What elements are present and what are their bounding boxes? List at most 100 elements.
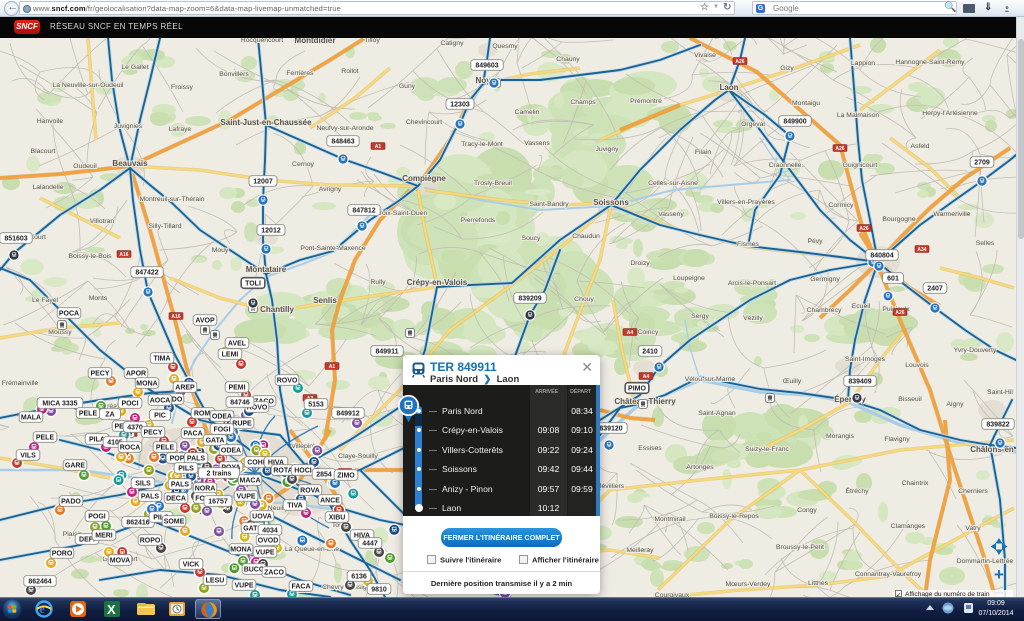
svg-text:Montreuil-sur-Thérain: Montreuil-sur-Thérain [140, 196, 205, 203]
svg-text:PILS: PILS [178, 466, 194, 473]
svg-text:A16: A16 [119, 252, 128, 258]
svg-text:XIBU: XIBU [329, 515, 346, 522]
svg-text:Bourgogne: Bourgogne [882, 216, 915, 223]
svg-text:Droizy: Droizy [630, 260, 650, 267]
svg-text:4370: 4370 [127, 425, 143, 432]
svg-text:Le Gallet: Le Gallet [121, 64, 148, 71]
svg-text:BUCO: BUCO [244, 567, 265, 574]
svg-text:Quesmy: Quesmy [492, 43, 518, 50]
svg-text:NORA: NORA [195, 486, 216, 493]
svg-text:Litthes: Litthes [808, 580, 829, 587]
svg-text:Chambrecy: Chambrecy [807, 307, 842, 314]
svg-text:HOCI: HOCI [294, 468, 312, 475]
svg-text:Chouy: Chouy [574, 296, 594, 303]
svg-text:Tracy-le-Mont: Tracy-le-Mont [461, 141, 503, 148]
svg-text:+: + [994, 565, 1004, 584]
svg-text:847422: 847422 [135, 270, 158, 277]
svg-text:ODEA: ODEA [212, 414, 232, 421]
svg-text:Bisseuil: Bisseuil [898, 396, 922, 403]
svg-text:Congy: Congy [797, 507, 817, 514]
svg-text:848463: 848463 [331, 139, 354, 146]
svg-text:839209: 839209 [518, 296, 541, 303]
svg-text:Prémontré: Prémontré [630, 98, 662, 105]
svg-text:A1: A1 [375, 144, 382, 150]
svg-text:Bonvillers: Bonvillers [219, 71, 249, 78]
svg-text:Saint-Imoges: Saint-Imoges [845, 356, 886, 363]
svg-text:PADO: PADO [61, 499, 81, 506]
svg-text:Montataire: Montataire [246, 265, 287, 274]
svg-text:PIMO: PIMO [628, 386, 646, 393]
svg-text:840804: 840804 [870, 253, 893, 260]
svg-text:A26: A26 [735, 59, 744, 65]
svg-text:ANCE: ANCE [320, 498, 340, 505]
svg-text:Saint-Hil: Saint-Hil [987, 389, 1013, 396]
svg-text:847812: 847812 [352, 208, 375, 215]
svg-text:X: X [107, 602, 116, 617]
svg-text:Filain: Filain [695, 149, 711, 156]
svg-text:601: 601 [887, 276, 899, 283]
svg-text:Montdidier: Montdidier [295, 38, 336, 45]
svg-text:Germigny: Germigny [810, 276, 840, 283]
svg-text:Guny: Guny [399, 83, 416, 90]
svg-text:Fismes: Fismes [737, 241, 760, 248]
svg-text:ZIMO: ZIMO [337, 473, 355, 480]
svg-text:Lafraye: Lafraye [169, 126, 192, 133]
svg-text:Warmeriville: Warmeriville [933, 211, 970, 218]
svg-text:Oudeuil: Oudeuil [73, 163, 97, 170]
svg-text:Ferrières: Ferrières [286, 70, 314, 77]
svg-text:Herpy-l’Arlésienne: Herpy-l’Arlésienne [922, 110, 978, 117]
svg-text:MONA: MONA [136, 381, 157, 388]
svg-text:2410: 2410 [642, 349, 658, 356]
svg-text:ZACO: ZACO [264, 570, 284, 577]
svg-text:VILS: VILS [20, 453, 36, 460]
svg-text:Camelin: Camelin [515, 109, 540, 116]
svg-text:Chantilly: Chantilly [260, 305, 294, 314]
svg-text:Sergy: Sergy [691, 313, 709, 320]
svg-text:OVOD: OVOD [258, 538, 279, 545]
svg-text:Essises: Essises [638, 445, 662, 452]
svg-text:2 trains: 2 trains [207, 471, 232, 478]
svg-text:Champs: Champs [570, 99, 596, 106]
svg-text:Arcis-le-Ponsart: Arcis-le-Ponsart [728, 280, 776, 287]
svg-text:Rocquencourt: Rocquencourt [241, 38, 283, 44]
svg-text:AVOP: AVOP [195, 318, 215, 325]
svg-text:GATA: GATA [206, 438, 225, 445]
svg-text:PELE: PELE [36, 435, 55, 442]
svg-text:6136: 6136 [351, 574, 367, 581]
svg-text:MICA 3335: MICA 3335 [42, 401, 77, 408]
svg-text:Chaudun: Chaudun [572, 233, 600, 240]
svg-text:851603: 851603 [4, 236, 27, 243]
svg-text:A26: A26 [835, 146, 844, 152]
svg-text:Artonges: Artonges [686, 464, 714, 471]
svg-text:A1: A1 [329, 364, 336, 370]
svg-text:Cernoy: Cernoy [292, 161, 315, 168]
svg-text:Boissy-le-Repos: Boissy-le-Repos [709, 513, 759, 520]
svg-text:Vassens: Vassens [524, 140, 550, 147]
svg-text:Coincy: Coincy [638, 329, 659, 336]
svg-text:Loupeigne: Loupeigne [673, 275, 705, 282]
svg-text:APOR: APOR [126, 371, 146, 378]
svg-text:SILS: SILS [135, 481, 151, 488]
svg-text:Morangis: Morangis [826, 433, 855, 440]
svg-text:A16: A16 [171, 314, 180, 320]
svg-text:Chevincourt: Chevincourt [406, 119, 442, 126]
svg-text:12012: 12012 [261, 228, 281, 235]
svg-text:Étréchy: Étréchy [845, 486, 869, 495]
svg-text:Frémainville: Frémainville [2, 380, 39, 387]
svg-text:Saint-Agnan: Saint-Agnan [698, 410, 736, 417]
svg-text:Laon: Laon [719, 83, 738, 92]
svg-text:ROPO: ROPO [140, 538, 161, 545]
svg-text:Pierrefonds: Pierrefonds [461, 217, 496, 224]
svg-text:COHI: COHI [247, 460, 265, 467]
svg-text:La Neuville-sur-Oudeuil: La Neuville-sur-Oudeuil [52, 82, 124, 89]
svg-text:Villers-en-Prayères: Villers-en-Prayères [717, 199, 775, 206]
svg-text:MERI: MERI [95, 533, 113, 540]
svg-text:Vasseny: Vasseny [658, 211, 684, 218]
svg-text:VICK: VICK [183, 562, 200, 569]
svg-text:VUPE: VUPE [236, 494, 255, 501]
svg-text:Orgeval: Orgeval [741, 121, 765, 128]
svg-text:5153: 5153 [308, 402, 324, 409]
svg-text:TIVA: TIVA [287, 503, 302, 510]
svg-text:Tilloy: Tilloy [364, 38, 380, 44]
svg-text:Villotran: Villotran [90, 218, 115, 225]
